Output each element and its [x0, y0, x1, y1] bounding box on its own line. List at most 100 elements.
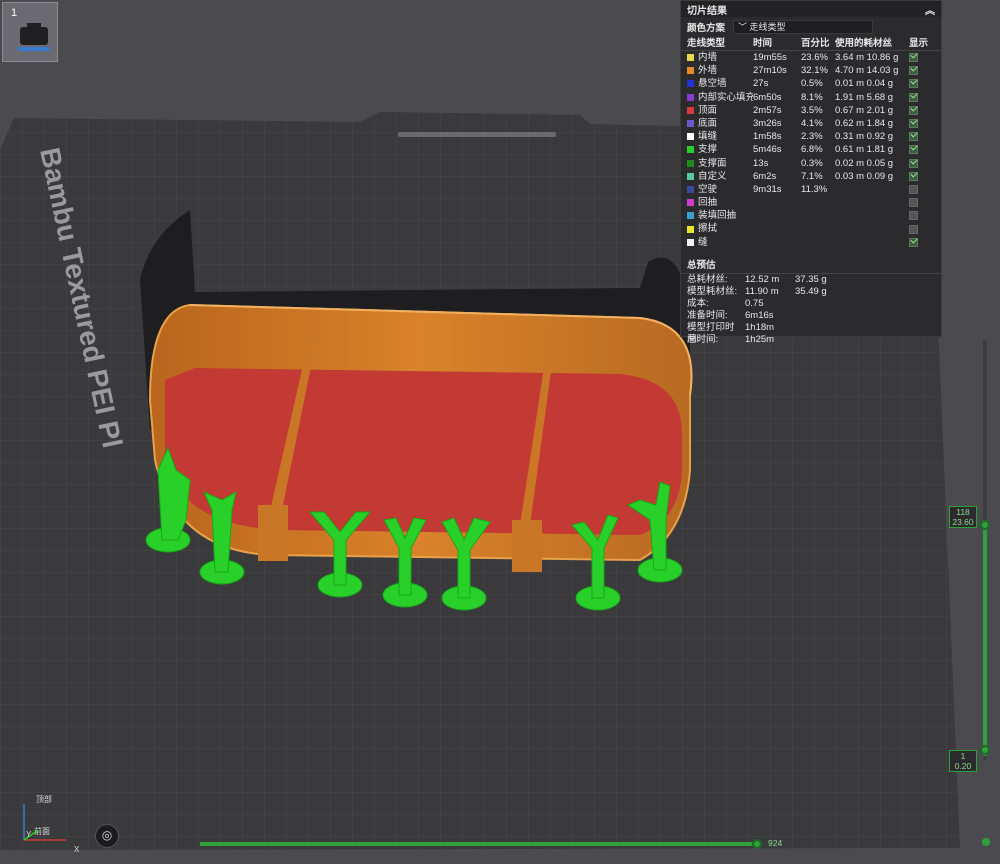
line-type-label: 内部实心填充 [698, 91, 753, 103]
show-checkbox[interactable] [909, 158, 918, 168]
show-checkbox[interactable] [909, 66, 918, 76]
line-type-name: 顶面 [687, 104, 753, 117]
line-type-filament: 0.03 m 0.09 g [835, 170, 894, 182]
line-type-time: 19m55s [753, 52, 787, 63]
show-checkbox[interactable] [909, 211, 918, 221]
line-type-time: 13s [753, 157, 769, 169]
move-slider-value: 924 [768, 838, 783, 848]
camera-view-button[interactable]: ◎ [95, 824, 119, 848]
show-checkbox[interactable] [909, 105, 918, 115]
color-swatch [687, 54, 694, 62]
estimate-list: 总耗材丝: 12.52 m 37.35 g 模型耗材丝: 11.90 m 35.49 g成… [681, 274, 941, 346]
layer-top-handle[interactable] [980, 520, 990, 530]
chevron-down-icon: ﹀ [738, 22, 750, 32]
line-type-row: 内墙 19m55s 23.6% 3.64 m 10.86 g [681, 51, 941, 64]
layer-bottom-number: 1 [960, 751, 966, 761]
show-checkbox[interactable] [909, 132, 918, 142]
line-type-label: 顶面 [698, 104, 718, 116]
table-header: 走线类型 时间 百分比 使用的耗材丝 显示 [681, 37, 941, 51]
line-type-percent: 4.1% [801, 117, 823, 129]
color-swatch [687, 185, 694, 193]
line-type-label: 装填回抽 [698, 210, 737, 222]
line-type-label: 填缝 [698, 131, 718, 143]
line-type-percent: 0.3% [801, 157, 823, 169]
show-checkbox[interactable] [909, 198, 918, 208]
line-type-name: 缝 [687, 236, 753, 249]
header-filament: 使用的耗材丝 [835, 38, 893, 49]
line-type-row: 填缝 1m58s 2.3% 0.31 m 0.92 g [681, 130, 941, 143]
line-type-name: 支撑面 [687, 157, 753, 170]
show-checkbox[interactable] [909, 184, 918, 194]
line-type-name: 填缝 [687, 130, 753, 143]
show-checkbox[interactable] [909, 145, 918, 155]
show-checkbox[interactable] [909, 119, 918, 129]
show-checkbox[interactable] [909, 171, 918, 181]
line-type-time: 6m50s [753, 91, 782, 103]
line-type-name: 擦拭 [687, 222, 753, 235]
layer-range-fill [983, 520, 987, 756]
line-type-name: 自定义 [687, 170, 753, 183]
line-type-row: 擦拭 [681, 222, 941, 235]
line-type-name: 内部实心填充 [687, 91, 753, 104]
show-checkbox[interactable] [909, 92, 918, 102]
line-type-percent: 0.5% [801, 78, 823, 90]
layer-bottom-height: 0.20 [954, 761, 972, 771]
line-type-label: 悬空墙 [698, 78, 727, 90]
color-swatch [687, 225, 694, 233]
line-type-filament: 0.31 m 0.92 g [835, 131, 894, 143]
estimate-title: 总预估 [681, 253, 941, 274]
line-type-row: 悬空墙 27s 0.5% 0.01 m 0.04 g [681, 77, 941, 90]
line-type-row: 自定义 6m2s 7.1% 0.03 m 0.09 g [681, 170, 941, 183]
estimate-label: 总耗材丝: [687, 273, 728, 285]
line-type-row: 底面 3m26s 4.1% 0.62 m 1.84 g [681, 117, 941, 130]
line-type-label: 底面 [698, 117, 718, 129]
color-scheme-select[interactable]: ﹀ 走线类型 [733, 20, 874, 34]
panel-header[interactable]: 切片结果 ︽ [681, 1, 941, 17]
move-slider-handle[interactable] [752, 839, 762, 849]
line-type-percent: 7.1% [801, 170, 823, 182]
estimate-label: 准备时间: [687, 309, 728, 321]
slice-result-panel: 切片结果 ︽ 颜色方案 ﹀ 走线类型 走线类型 时间 百分比 使用的耗材丝 显示… [680, 0, 942, 345]
show-checkbox[interactable] [909, 237, 918, 247]
settings-dot-icon[interactable] [982, 838, 990, 846]
line-type-percent: 32.1% [801, 65, 828, 77]
estimate-value-secondary [795, 298, 855, 310]
header-show: 显示 [909, 38, 929, 49]
show-checkbox[interactable] [909, 53, 918, 63]
estimate-value: 0.75 [745, 297, 764, 309]
color-swatch [687, 212, 694, 220]
plate-number: 1 [11, 7, 18, 19]
layer-slider[interactable] [978, 340, 992, 760]
line-type-label: 支撑面 [698, 157, 727, 169]
color-swatch [687, 159, 694, 167]
line-type-name: 空驶 [687, 183, 753, 196]
line-type-time: 5m46s [753, 144, 782, 156]
layer-bottom-handle[interactable] [980, 745, 990, 755]
plate-thumbnail[interactable]: 1 [2, 2, 58, 62]
line-type-time: 3m26s [753, 117, 782, 129]
line-type-time: 2m57s [753, 104, 782, 116]
line-type-row: 内部实心填充 6m50s 8.1% 1.91 m 5.68 g [681, 91, 941, 104]
show-checkbox[interactable] [909, 79, 918, 89]
estimate-value: 6m16s [745, 309, 774, 321]
color-swatch [687, 133, 694, 141]
line-type-name: 底面 [687, 117, 753, 130]
estimate-value-secondary [795, 334, 855, 346]
move-slider[interactable] [200, 839, 762, 849]
line-type-filament: 0.01 m 0.04 g [835, 78, 894, 90]
line-type-time: 27s [753, 78, 769, 90]
estimate-row: 模型打印时间: 1h18m [681, 322, 941, 345]
color-swatch [687, 80, 694, 88]
estimate-value-secondary [795, 310, 855, 322]
line-type-time: 27m10s [753, 65, 787, 77]
estimate-value-secondary: 35.49 g [795, 285, 827, 297]
show-checkbox[interactable] [909, 224, 918, 234]
axis-y-label: Y [26, 830, 32, 839]
line-type-label: 支撑 [698, 144, 718, 156]
estimate-value: 1h25m [745, 333, 775, 345]
line-type-name: 装填回抽 [687, 209, 753, 222]
line-type-list: 内墙 19m55s 23.6% 3.64 m 10.86 g 外墙 27m10s 32.1%… [681, 51, 941, 249]
line-type-name: 内墙 [687, 51, 753, 64]
collapse-icon[interactable]: ︽ [925, 2, 935, 17]
color-swatch [687, 146, 694, 154]
